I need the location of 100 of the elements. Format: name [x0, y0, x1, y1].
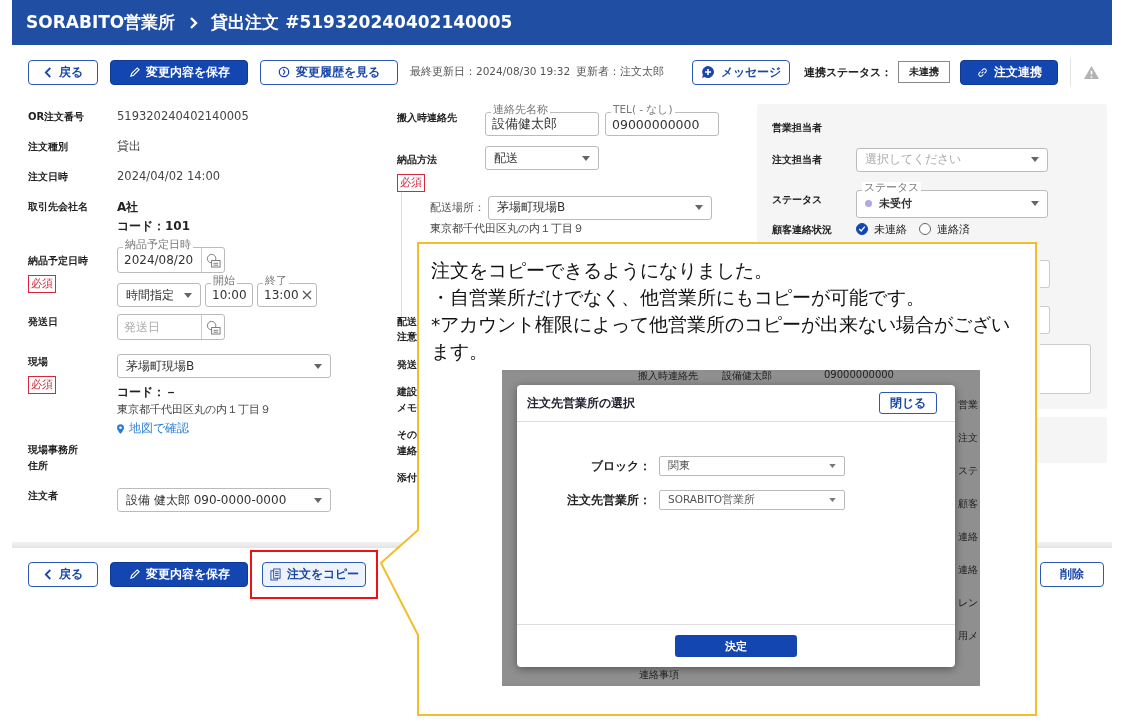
contact-option[interactable]: 連絡済 [919, 221, 970, 237]
pencil-icon [128, 66, 140, 78]
calendar-icon [205, 252, 221, 268]
caret-icon [695, 205, 703, 210]
map-link[interactable]: 地図で確認 [117, 420, 189, 437]
field-label: 取引先会社名 [28, 200, 88, 214]
field-label: 注文種別 [28, 140, 68, 154]
close-button[interactable]: 閉じる [879, 392, 937, 414]
floating-label: TEL( - なし) [611, 104, 675, 115]
field-label: 注文先営業所： [566, 491, 652, 509]
message-plus-icon [701, 65, 715, 79]
back-button[interactable]: 戻る [28, 561, 98, 587]
field-value: 519320240402140005 [117, 109, 249, 123]
field-label: 顧客連絡状況 [772, 222, 833, 237]
field-label: 現場 [28, 355, 48, 369]
field-label: 発送日 [28, 315, 58, 329]
updated-by: 更新者：注文太郎 [576, 65, 665, 79]
link-status: 未連携 [898, 61, 950, 83]
floating-label: ステータス [862, 181, 921, 192]
clear-icon[interactable] [301, 290, 312, 300]
copy-order-button[interactable]: 注文をコピー [262, 561, 366, 587]
page-title: 貸出注文 #519320240402140005 [211, 11, 513, 34]
floating-label: 終了 [263, 275, 289, 286]
documents-icon [269, 567, 281, 581]
calendar-icon [205, 319, 221, 335]
field-label: 住所 [28, 458, 48, 473]
history-button[interactable]: 変更履歴を見る [260, 59, 398, 85]
contact-option[interactable]: 未連絡 [856, 221, 907, 237]
field-label: 配送 [397, 314, 417, 329]
text-field[interactable] [1040, 306, 1050, 334]
office-select[interactable]: SORABITO営業所 [659, 490, 845, 510]
field-label: 注文者 [28, 489, 58, 503]
link-icon [976, 66, 988, 78]
callout-text: 注文をコピーできるようになりました。 [431, 259, 774, 283]
field-label: 用メ [958, 629, 978, 643]
chevron-right-icon [189, 15, 200, 30]
field-label: 納品予定日時 [28, 254, 88, 268]
field-label: 搬入時連絡先 [638, 370, 698, 383]
back-button[interactable]: 戻る [28, 59, 98, 85]
field-label: 連絡事項 [639, 668, 679, 682]
clock-icon [278, 66, 290, 78]
field-label: 建設 [397, 385, 417, 399]
office-select[interactable]: 関東 [659, 456, 845, 476]
caret-icon [314, 363, 322, 369]
company-name: A社 [117, 199, 139, 216]
field-label: 発送 [397, 357, 417, 372]
office-name: SORABITO営業所 [26, 11, 176, 34]
field-value: 2024/04/02 14:00 [117, 169, 221, 183]
save-button[interactable]: 変更内容を保存 [110, 561, 248, 587]
map-pin-icon [117, 423, 124, 434]
required-tag: 必須 [28, 274, 56, 293]
field-label: 納品方法 [397, 153, 437, 167]
field-label: 注文日時 [28, 170, 68, 184]
field-label: 連絡 [958, 530, 978, 544]
field-value: 設備健太郎 [722, 370, 772, 383]
delivery-address: 東京都千代田区丸の内１丁目９ [430, 221, 585, 236]
pencil-icon [128, 568, 140, 580]
field-label: 連絡 [958, 563, 978, 577]
field-label: 注文 [958, 431, 978, 445]
chevron-left-icon [43, 66, 53, 78]
save-button[interactable]: 変更内容を保存 [110, 59, 248, 85]
field-label: 注文担当者 [772, 152, 823, 167]
field-value: 貸出 [117, 139, 141, 154]
time-mode-select[interactable]: 時間指定 [117, 283, 201, 307]
orderer-select[interactable]: 設備 健太郎 090-0000-0000 [117, 488, 331, 512]
field-label: レン [958, 596, 978, 610]
site-select[interactable]: 茅場町現場B [117, 354, 331, 378]
section-label: 営業担当者 [772, 121, 822, 135]
text-area[interactable] [1040, 344, 1091, 394]
callout-text: ・自営業所だけでなく、他営業所にもコピーが可能です。 [431, 286, 926, 310]
field-label: 現場事務所 [28, 443, 78, 457]
field-label: 搬入時連絡先 [397, 111, 458, 125]
callout-text: *アカウント権限によって他営業所のコピーが出来ない場合がございます。 [431, 313, 1012, 364]
field-label: 顧客 [958, 497, 978, 511]
text-field[interactable] [1040, 260, 1050, 288]
field-label: メモ [397, 400, 417, 415]
floating-label: 納品予定日時 [123, 239, 193, 250]
delete-button[interactable]: 削除 [1040, 561, 1104, 587]
required-tag: 必須 [397, 173, 425, 192]
message-button[interactable]: メッセージ [692, 59, 790, 85]
field-label: ステ [958, 464, 978, 478]
confirm-button[interactable]: 決定 [675, 635, 797, 657]
floating-label: 開始 [211, 275, 237, 286]
site-code: コード：－ [117, 384, 177, 401]
link-status-label: 連携ステータス： [804, 64, 892, 80]
field-label: その [397, 428, 417, 442]
required-tag: 必須 [28, 375, 56, 394]
field-label: OR注文番号 [28, 110, 85, 124]
delivery-select[interactable]: 配送 [485, 146, 599, 170]
company-code: コード：101 [117, 218, 191, 235]
caret-icon [184, 292, 192, 298]
floating-label: 連絡先名称 [491, 104, 550, 115]
field-label: 注意 [397, 330, 417, 344]
chevron-left-icon [43, 568, 53, 580]
last-updated: 最終更新日：2024/08/30 19:32 [410, 65, 571, 79]
field-label: ステータス [772, 192, 823, 207]
order-link-button[interactable]: 注文連携 [960, 59, 1058, 85]
delivery-place-select[interactable]: 茅場町現場B [488, 195, 712, 220]
modal-title: 注文先営業所の選択 [527, 394, 635, 412]
field-label: 添付 [397, 471, 417, 485]
